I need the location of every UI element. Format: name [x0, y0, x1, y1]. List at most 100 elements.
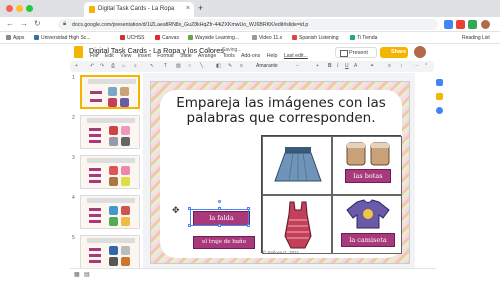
close-tab-icon[interactable]: ×: [186, 5, 190, 12]
slide[interactable]: Empareja las imágenes con las palabras q…: [150, 81, 410, 264]
calendar-icon[interactable]: [436, 79, 443, 86]
redo-icon[interactable]: ↷: [100, 63, 104, 69]
extension-icon[interactable]: [468, 20, 477, 29]
menu-addons[interactable]: Add-ons: [241, 53, 260, 59]
browser-tab[interactable]: Digital Task Cards - La Ropa ×: [84, 2, 194, 17]
bookmark[interactable]: Universidad High Sc...: [34, 35, 90, 41]
reload-icon[interactable]: ↻: [34, 19, 41, 28]
menu-file[interactable]: File: [90, 53, 98, 59]
slides-favicon-icon: [89, 6, 95, 13]
menu-format[interactable]: Format: [157, 53, 173, 59]
tasks-icon[interactable]: [436, 107, 443, 114]
italic-icon[interactable]: I: [337, 63, 338, 69]
slide-thumbnail[interactable]: [80, 75, 140, 109]
border-weight-icon[interactable]: ≡: [240, 63, 243, 69]
rotate-handle[interactable]: [218, 200, 221, 203]
bookmark[interactable]: Canvas: [155, 35, 179, 41]
fill-color-icon[interactable]: ◧: [216, 63, 221, 69]
resize-handle[interactable]: [247, 224, 250, 227]
slide-title[interactable]: Empareja las imágenes con las palabras q…: [170, 96, 392, 126]
menu-view[interactable]: View: [120, 53, 131, 59]
resize-handle[interactable]: [218, 224, 221, 227]
slide-thumbnail[interactable]: [80, 155, 140, 189]
keep-icon[interactable]: [436, 93, 443, 100]
menu-edit[interactable]: Edit: [105, 53, 114, 59]
font-size-minus-icon[interactable]: −: [296, 63, 299, 69]
thumb-image: [109, 166, 118, 175]
bookmark[interactable]: Wayside Learning...: [188, 35, 239, 41]
url-field[interactable]: 🔒︎ docs.google.com/presentation/d/1iZLae…: [58, 19, 438, 30]
menu-insert[interactable]: Insert: [138, 53, 151, 59]
bookmark-apps[interactable]: Apps: [6, 35, 24, 41]
last-edit-link[interactable]: Last edit...: [284, 53, 308, 59]
paint-format-icon[interactable]: ⌂: [122, 63, 125, 69]
thumb-image: [121, 206, 130, 215]
word-label-swimsuit[interactable]: el traje de baño: [193, 236, 255, 249]
thumb-image: [109, 177, 118, 186]
line-icon[interactable]: ╲: [200, 63, 203, 69]
bookmark[interactable]: UCHSS: [120, 35, 145, 41]
avatar[interactable]: [414, 46, 426, 58]
border-color-icon[interactable]: ✎: [228, 63, 232, 69]
resize-handle[interactable]: [188, 207, 191, 210]
thumb-image: [121, 217, 130, 226]
select-icon[interactable]: ↖: [150, 63, 154, 69]
word-label-boots[interactable]: las botas: [345, 169, 391, 183]
thumb-image: [109, 137, 118, 146]
more-icon[interactable]: ⋯: [414, 63, 419, 69]
new-slide-icon[interactable]: +: [75, 63, 78, 69]
resize-handle[interactable]: [218, 207, 221, 210]
filmstrip-view-icon[interactable]: ▤: [84, 271, 90, 278]
share-button[interactable]: Share: [380, 47, 408, 58]
minimize-window-icon[interactable]: [16, 5, 23, 12]
menu-arrange[interactable]: Arrange: [198, 53, 216, 59]
slide-number: 4: [72, 195, 75, 201]
font-selector[interactable]: Amarante: [256, 63, 278, 69]
menu-tools[interactable]: Tools: [223, 53, 235, 59]
menu-help[interactable]: Help: [267, 53, 278, 59]
slides-logo-icon[interactable]: [74, 46, 83, 58]
back-arrow-icon[interactable]: ←: [6, 19, 14, 28]
grid-view-icon[interactable]: ▦: [74, 271, 80, 278]
thumb-title: [87, 238, 135, 243]
profile-icon[interactable]: [481, 20, 490, 29]
bookmark[interactable]: Ti Tienda: [350, 35, 377, 41]
undo-icon[interactable]: ↶: [90, 63, 94, 69]
resize-handle[interactable]: [247, 207, 250, 210]
menu-slide[interactable]: Slide: [180, 53, 192, 59]
thumb-title: [88, 79, 136, 84]
extension-icon[interactable]: [444, 20, 453, 29]
textbox-icon[interactable]: T: [164, 63, 167, 69]
thumb-label: [89, 208, 101, 211]
slide-thumbnail[interactable]: [80, 115, 140, 149]
align-icon[interactable]: ≡: [388, 63, 391, 69]
collapse-icon[interactable]: ⌃: [424, 63, 428, 69]
bookmark[interactable]: Spanish Listening: [292, 35, 338, 41]
slide-thumbnail[interactable]: [80, 195, 140, 229]
maximize-window-icon[interactable]: [26, 5, 33, 12]
shape-icon[interactable]: ○: [188, 63, 191, 69]
link-icon[interactable]: ⚭: [370, 63, 374, 69]
font-size-plus-icon[interactable]: +: [316, 63, 319, 69]
bold-icon[interactable]: B: [328, 63, 332, 69]
image-icon[interactable]: ▧: [176, 63, 181, 69]
reading-list[interactable]: Reading List: [462, 35, 490, 41]
text-color-icon[interactable]: A: [354, 63, 357, 69]
print-icon[interactable]: ⎙: [111, 63, 115, 69]
line-spacing-icon[interactable]: ↕: [400, 63, 403, 69]
tab-bar: Digital Task Cards - La Ropa × +: [0, 0, 500, 17]
word-label-tshirt[interactable]: la camiseta: [341, 233, 395, 247]
resize-handle[interactable]: [188, 224, 191, 227]
extension-icon[interactable]: [456, 20, 465, 29]
slide-number: 1: [72, 75, 75, 81]
thumb-image: [120, 87, 129, 96]
forward-arrow-icon[interactable]: →: [20, 19, 28, 28]
new-tab-button[interactable]: +: [198, 3, 203, 13]
bookmark[interactable]: Video 11.x: [252, 35, 282, 41]
thumb-image: [108, 87, 117, 96]
zoom-icon[interactable]: ⌕: [134, 63, 137, 69]
slide-thumbnail[interactable]: [80, 235, 140, 269]
close-window-icon[interactable]: [6, 5, 13, 12]
underline-icon[interactable]: U: [345, 63, 349, 69]
present-button[interactable]: Present: [335, 47, 377, 58]
